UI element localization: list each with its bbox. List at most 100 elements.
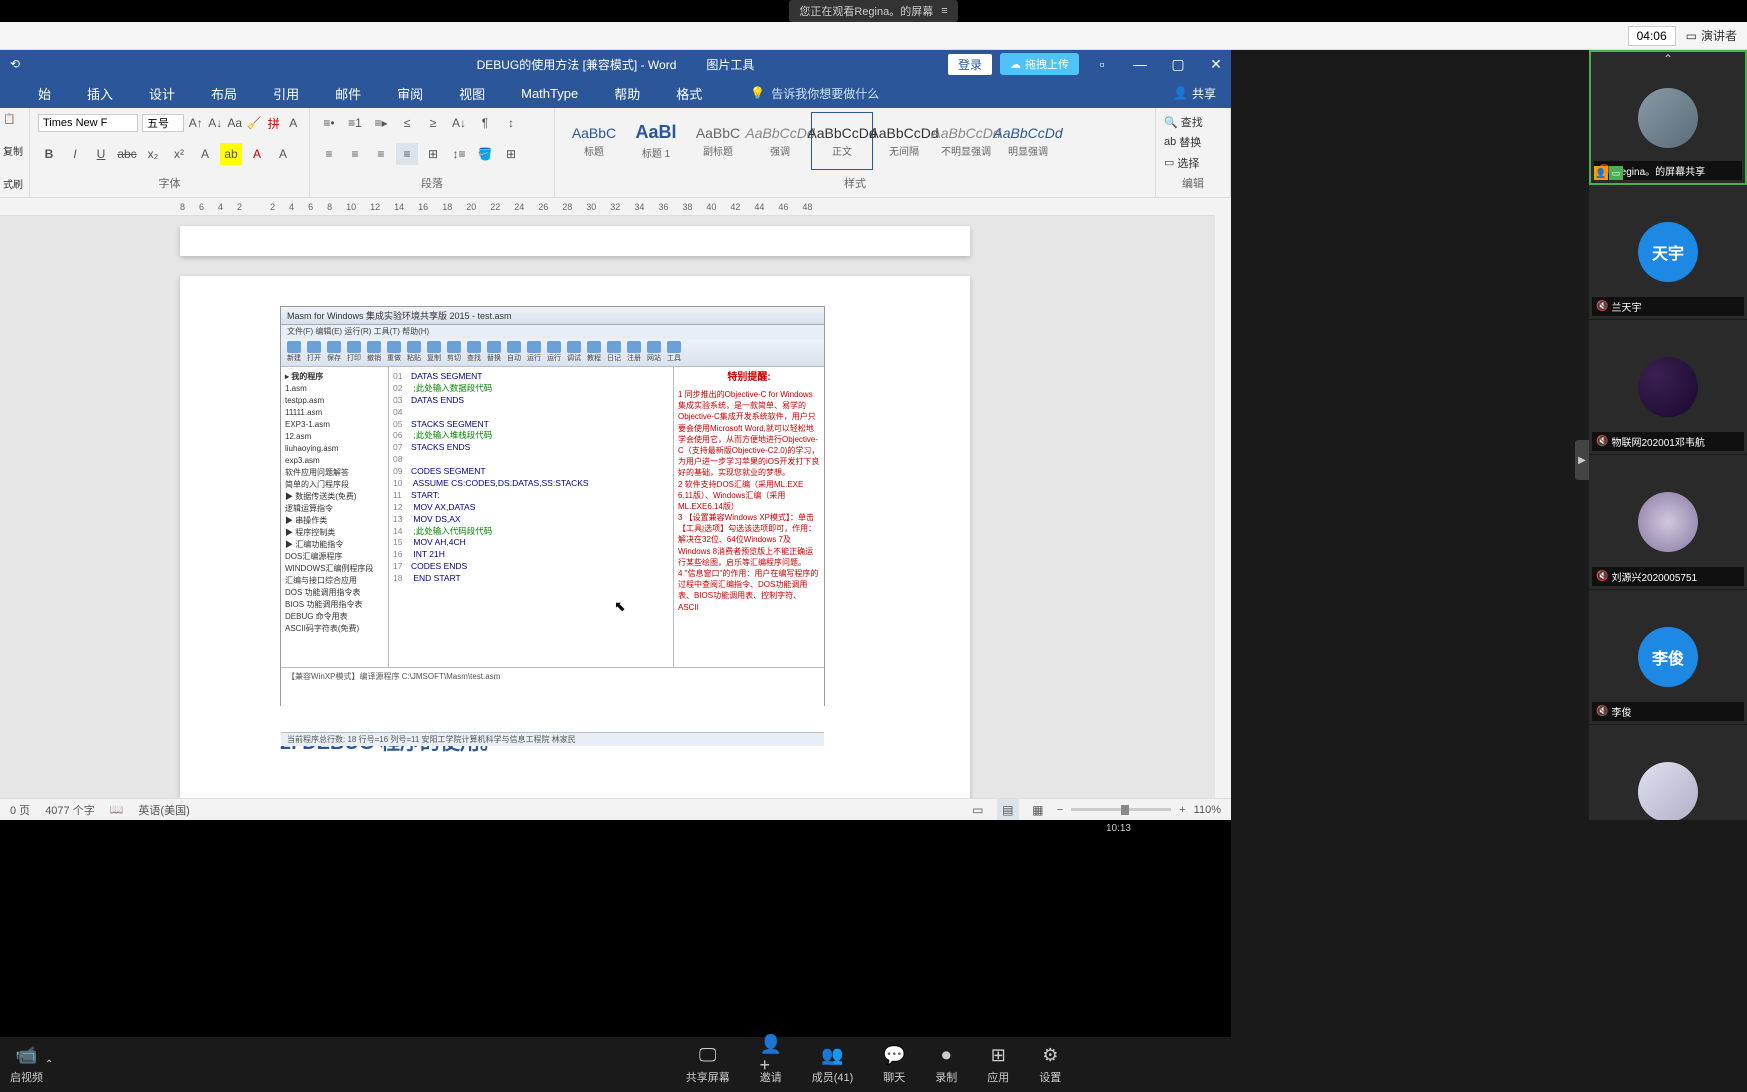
borders-button[interactable]: ⊞	[500, 143, 522, 165]
login-button[interactable]: 登录	[948, 54, 992, 75]
style-heading1[interactable]: AaBl标题 1	[625, 112, 687, 170]
spellcheck-icon[interactable]: 📖	[110, 803, 124, 816]
italic-button[interactable]: I	[64, 143, 86, 165]
zoom-in-button[interactable]: +	[1179, 804, 1185, 816]
vertical-scrollbar[interactable]	[1215, 198, 1231, 798]
print-layout-button[interactable]: ▤	[997, 799, 1019, 821]
record-button[interactable]: ⏺ 录制	[935, 1044, 957, 1085]
language[interactable]: 英语(美国)	[138, 802, 189, 818]
ribbon-options-button[interactable]: ▫	[1087, 52, 1117, 76]
decrease-font-button[interactable]: A↓	[208, 112, 224, 134]
copy-button[interactable]: 复制	[2, 142, 27, 159]
distribute-button[interactable]: ⊞	[422, 143, 444, 165]
zoom-level[interactable]: 110%	[1194, 804, 1221, 816]
tab-layout[interactable]: 布局	[203, 80, 245, 107]
participant-tile[interactable]: 🔇物联网202001邓韦航	[1589, 320, 1747, 455]
chat-button[interactable]: 💬 聊天	[883, 1044, 905, 1085]
tab-insert[interactable]: 插入	[79, 80, 121, 107]
text-effects-button[interactable]: A	[194, 143, 216, 165]
style-intense[interactable]: AaBbCcDd明显强调	[997, 112, 1059, 170]
align-justify-button[interactable]: ≡	[396, 143, 418, 165]
embedded-screenshot[interactable]: Masm for Windows 集成实验环境共享版 2015 - test.a…	[280, 306, 825, 706]
word-count[interactable]: 4077 个字	[45, 802, 95, 818]
style-emphasis[interactable]: AaBbCcDd强调	[749, 112, 811, 170]
char-shading-button[interactable]: A	[272, 143, 294, 165]
format-painter-button[interactable]: 式刷	[2, 175, 27, 192]
web-layout-button[interactable]: ▦	[1027, 799, 1049, 821]
style-normal[interactable]: AaBbCcDd正文	[811, 112, 873, 170]
close-button[interactable]: ✕	[1201, 52, 1231, 76]
invite-button[interactable]: 👤+ 邀请	[760, 1044, 782, 1085]
menu-icon[interactable]: ≡	[941, 5, 947, 17]
participant-tile[interactable]: 🔇	[1589, 725, 1747, 820]
increase-indent-button[interactable]: ≥	[422, 112, 444, 134]
align-left-button[interactable]: ≡	[318, 143, 340, 165]
font-color-button[interactable]: A	[246, 143, 268, 165]
panel-collapse-handle[interactable]: ▶	[1575, 440, 1589, 480]
style-heading[interactable]: AaBbC标题	[563, 112, 625, 170]
subscript-button[interactable]: x₂	[142, 143, 164, 165]
line-spacing-button[interactable]: ↕≡	[448, 143, 470, 165]
tab-references[interactable]: 引用	[265, 80, 307, 107]
phonetic-button[interactable]: 拼	[266, 112, 282, 134]
decrease-indent-button[interactable]: ≤	[396, 112, 418, 134]
sort-button[interactable]: A↓	[448, 112, 470, 134]
bold-button[interactable]: B	[38, 143, 60, 165]
select-button[interactable]: ▭选择	[1160, 153, 1226, 173]
shading-button[interactable]: 🪣	[474, 143, 496, 165]
border-char-button[interactable]: A	[286, 112, 302, 134]
clear-format-button[interactable]: 🧹	[247, 112, 263, 134]
tab-mathtype[interactable]: MathType	[513, 82, 586, 105]
cloud-upload-button[interactable]: ☁ 拖拽上传	[1000, 53, 1079, 75]
style-subtitle[interactable]: AaBbC副标题	[687, 112, 749, 170]
multilevel-button[interactable]: ≡▸	[370, 112, 392, 134]
zoom-slider[interactable]	[1071, 808, 1171, 811]
find-button[interactable]: 🔍查找	[1160, 112, 1226, 132]
presenter-view-button[interactable]: ▭ 演讲者	[1686, 27, 1737, 44]
participant-tile[interactable]: 天宇🔇兰天宇	[1589, 185, 1747, 320]
participant-tile[interactable]: 李俊🔇李俊	[1589, 590, 1747, 725]
increase-font-button[interactable]: A↑	[188, 112, 204, 134]
tell-me-search[interactable]: 💡 告诉我你想要做什么	[750, 85, 879, 102]
show-marks-button[interactable]: ¶	[474, 112, 496, 134]
align-center-button[interactable]: ≡	[344, 143, 366, 165]
read-mode-button[interactable]: ▭	[967, 799, 989, 821]
ruler[interactable]: 8642246810121416182022242628303234363840…	[0, 198, 1231, 216]
tab-mailings[interactable]: 邮件	[327, 80, 369, 107]
tab-home[interactable]: 始	[30, 80, 59, 107]
share-button[interactable]: 👤 共享	[1173, 85, 1216, 102]
document-area[interactable]: Masm for Windows 集成实验环境共享版 2015 - test.a…	[0, 216, 1231, 811]
tab-format[interactable]: 格式	[668, 80, 710, 107]
apps-button[interactable]: ⊞ 应用	[987, 1044, 1009, 1085]
font-size-select[interactable]	[142, 114, 184, 132]
page-number[interactable]: 0 页	[10, 802, 30, 818]
text-direction-button[interactable]: ↕	[500, 112, 522, 134]
participant-tile[interactable]: 🔇刘源兴2020005751	[1589, 455, 1747, 590]
share-screen-button[interactable]: 🖵 共享屏幕	[686, 1044, 730, 1085]
align-right-button[interactable]: ≡	[370, 143, 392, 165]
zoom-out-button[interactable]: −	[1057, 804, 1063, 816]
bullets-button[interactable]: ≡•	[318, 112, 340, 134]
highlight-button[interactable]: ab	[220, 143, 242, 165]
style-subtle[interactable]: AaBbCcDd不明显强调	[935, 112, 997, 170]
settings-button[interactable]: ⚙ 设置	[1039, 1044, 1061, 1085]
change-case-button[interactable]: Aa	[227, 112, 243, 134]
style-nospacing[interactable]: AaBbCcDd无间隔	[873, 112, 935, 170]
tab-help[interactable]: 帮助	[606, 80, 648, 107]
tab-view[interactable]: 视图	[451, 80, 493, 107]
font-name-select[interactable]	[38, 114, 138, 132]
video-toggle-button[interactable]: 📹 启视频	[10, 1044, 43, 1085]
strikethrough-button[interactable]: abc	[116, 143, 138, 165]
replace-button[interactable]: ab替换	[1160, 132, 1226, 152]
minimize-button[interactable]: —	[1125, 52, 1155, 76]
participant-tile[interactable]: 🔇Regina。的屏幕共享👤▭	[1589, 50, 1747, 185]
autosave-icon[interactable]: ⟲	[10, 57, 20, 71]
members-button[interactable]: 👥 成员(41)	[812, 1044, 854, 1085]
numbering-button[interactable]: ≡1	[344, 112, 366, 134]
paste-button[interactable]: 📋	[2, 113, 27, 126]
tab-design[interactable]: 设计	[141, 80, 183, 107]
video-menu-chevron[interactable]: ⌃	[45, 1059, 53, 1070]
superscript-button[interactable]: x²	[168, 143, 190, 165]
tab-review[interactable]: 审阅	[389, 80, 431, 107]
underline-button[interactable]: U	[90, 143, 112, 165]
